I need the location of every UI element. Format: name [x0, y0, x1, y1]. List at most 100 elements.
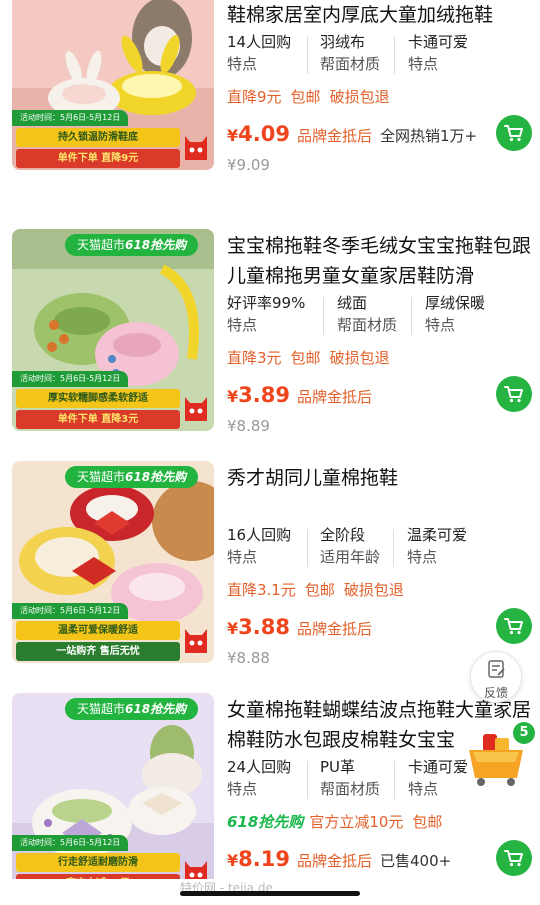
price: ¥3.89 — [227, 383, 290, 407]
product-card-0[interactable]: 天猫超市618抢先购 活动时间：5月6日-5月12日 持久锁温防滑鞋底 单件下单… — [0, 0, 540, 200]
product-attributes: 14人回购 特点 羽绒布 帮面材质 卡通可爱 特点 — [227, 32, 532, 78]
product-card-1[interactable]: 天猫超市618抢先购 活动时间：5月6日-5月12日 厚实软糯脚感柔软舒适 单件… — [0, 229, 540, 461]
tmall-cat-icon — [185, 136, 207, 160]
attribute-value: 14人回购 — [227, 33, 292, 51]
product-image[interactable]: 天猫超市618抢先购 活动时间：5月6日-5月12日 行走舒适耐磨防滑 官方立减… — [12, 693, 214, 895]
tag-free-shipping: 包邮 — [412, 813, 443, 831]
product-image[interactable]: 天猫超市618抢先购 活动时间：5月6日-5月12日 持久锁温防滑鞋底 单件下单… — [12, 0, 214, 170]
tag-official-discount: 官方立减10元 — [309, 813, 404, 831]
divider — [323, 297, 324, 335]
attribute: PU革帮面材质 — [320, 757, 380, 803]
tmall-618-badge: 天猫超市618抢先购 — [65, 698, 199, 720]
floating-cart-button[interactable]: 5 — [463, 722, 535, 788]
attribute: 14人回购 特点 — [227, 32, 291, 78]
tag-free-shipping: 包邮 — [304, 581, 335, 599]
divider — [394, 761, 395, 799]
attribute-key: 特点 — [408, 55, 439, 73]
product-attributes: 16人回购 特点 全阶段 适用年龄 温柔可爱 特点 — [227, 525, 532, 571]
price-value: 8.19 — [238, 847, 290, 871]
attribute-key: 适用年龄 — [320, 548, 381, 566]
divider — [411, 297, 412, 335]
banner-feature: 行走舒适耐磨防滑 — [16, 853, 180, 872]
home-indicator[interactable] — [180, 891, 360, 896]
price-row: ¥4.09 品牌金抵后 全网热销1万+ — [227, 122, 477, 154]
price: ¥4.09 — [227, 122, 290, 146]
price-value: 3.88 — [238, 615, 290, 639]
price: ¥3.88 — [227, 615, 290, 639]
attribute-key: 特点 — [408, 780, 439, 798]
price-note: 品牌金抵后 — [296, 852, 372, 870]
banner-date: 活动时间：5月6日-5月12日 — [12, 835, 129, 851]
product-card-2[interactable]: 天猫超市618抢先购 活动时间：5月6日-5月12日 温柔可爱保暖舒适 一站购齐… — [0, 461, 540, 693]
shopping-cart-icon — [504, 850, 523, 867]
attribute-value: 厚绒保暖 — [425, 294, 486, 312]
attribute-value: 温柔可爱 — [407, 526, 468, 544]
shopping-cart-icon — [504, 618, 523, 635]
tag-damage-return: 破损包退 — [329, 349, 390, 367]
product-title[interactable]: 秀才胡同儿童棉拖鞋 — [227, 463, 532, 493]
currency-symbol: ¥ — [227, 851, 239, 870]
attribute: 24人回购特点 — [227, 757, 291, 803]
tag-discount: 直降3元 — [227, 349, 282, 367]
attribute: 绒面 帮面材质 — [337, 293, 397, 339]
feedback-button[interactable]: 反馈 — [470, 651, 522, 703]
product-title[interactable]: 儿童拖鞋冬季女童棉拖鞋兔子男童拖鞋棉家居室内厚底大童加绒拖鞋 — [227, 0, 532, 30]
sales-count: 已售400+ — [379, 852, 452, 870]
divider — [394, 36, 395, 74]
attribute-key: 特点 — [227, 780, 258, 798]
divider — [393, 529, 394, 567]
add-to-cart-button[interactable] — [496, 840, 532, 876]
attribute: 厚绒保暖 特点 — [425, 293, 485, 339]
divider — [307, 36, 308, 74]
product-image[interactable]: 天猫超市618抢先购 活动时间：5月6日-5月12日 厚实软糯脚感柔软舒适 单件… — [12, 229, 214, 431]
price-row: ¥8.19 品牌金抵后 已售400+ — [227, 847, 451, 879]
attribute-value: 绒面 — [337, 294, 368, 312]
attribute-key: 特点 — [227, 316, 258, 334]
promo-tags: 直降9元 包邮 破损包退 — [227, 84, 399, 110]
tmall-cat-icon — [185, 629, 207, 653]
tag-damage-return: 破损包退 — [343, 581, 404, 599]
image-banner: 活动时间：5月6日-5月12日 温柔可爱保暖舒适 一站购齐 售后无忧 — [12, 603, 214, 663]
price-note: 品牌金抵后 — [296, 127, 372, 145]
tag-618-presale: 618抢先购 — [227, 813, 304, 831]
attribute: 温柔可爱 特点 — [407, 525, 467, 571]
product-title[interactable]: 宝宝棉拖鞋冬季毛绒女宝宝拖鞋包跟儿童棉拖男童女童家居鞋防滑 — [227, 231, 532, 291]
currency-symbol: ¥ — [227, 387, 239, 406]
price-row: ¥3.88 品牌金抵后 — [227, 615, 372, 647]
image-banner: 活动时间：5月6日-5月12日 持久锁温防滑鞋底 单件下单 直降9元 — [12, 110, 214, 170]
currency-symbol: ¥ — [227, 126, 239, 145]
add-to-cart-button[interactable] — [496, 115, 532, 151]
attribute-key: 帮面材质 — [320, 780, 381, 798]
shopping-cart-icon — [504, 125, 523, 142]
price-note: 品牌金抵后 — [296, 388, 372, 406]
banner-feature: 持久锁温防滑鞋底 — [16, 128, 180, 147]
promo-tags: 直降3.1元 包邮 破损包退 — [227, 577, 413, 603]
banner-date: 活动时间：5月6日-5月12日 — [12, 603, 129, 619]
banner-offer: 单件下单 直降3元 — [16, 410, 180, 429]
tag-damage-return: 破损包退 — [329, 88, 390, 106]
price-value: 3.89 — [238, 383, 290, 407]
original-price: ¥8.88 — [227, 649, 270, 667]
product-image[interactable]: 天猫超市618抢先购 活动时间：5月6日-5月12日 温柔可爱保暖舒适 一站购齐… — [12, 461, 214, 663]
feedback-icon — [488, 660, 505, 678]
add-to-cart-button[interactable] — [496, 376, 532, 412]
banner-date: 活动时间：5月6日-5月12日 — [12, 110, 129, 126]
currency-symbol: ¥ — [227, 619, 239, 638]
attribute-value: 24人回购 — [227, 758, 292, 776]
attribute-value: 卡通可爱 — [408, 33, 469, 51]
original-price: ¥9.09 — [227, 156, 270, 174]
promo-tags: 618抢先购 官方立减10元 包邮 — [227, 809, 451, 835]
shopping-cart-icon — [504, 386, 523, 403]
tag-discount: 直降3.1元 — [227, 581, 296, 599]
product-card-3[interactable]: 天猫超市618抢先购 活动时间：5月6日-5月12日 行走舒适耐磨防滑 官方立减… — [0, 693, 540, 905]
tag-free-shipping: 包邮 — [290, 349, 321, 367]
price: ¥8.19 — [227, 847, 290, 871]
attribute: 卡通可爱 特点 — [408, 757, 468, 803]
original-price: ¥8.89 — [227, 417, 270, 435]
add-to-cart-button[interactable] — [496, 608, 532, 644]
feedback-label: 反馈 — [483, 686, 508, 700]
banner-date: 活动时间：5月6日-5月12日 — [12, 371, 129, 387]
banner-feature: 厚实软糯脚感柔软舒适 — [16, 389, 180, 408]
attribute-value: PU革 — [320, 758, 356, 776]
attribute-value: 卡通可爱 — [408, 758, 469, 776]
